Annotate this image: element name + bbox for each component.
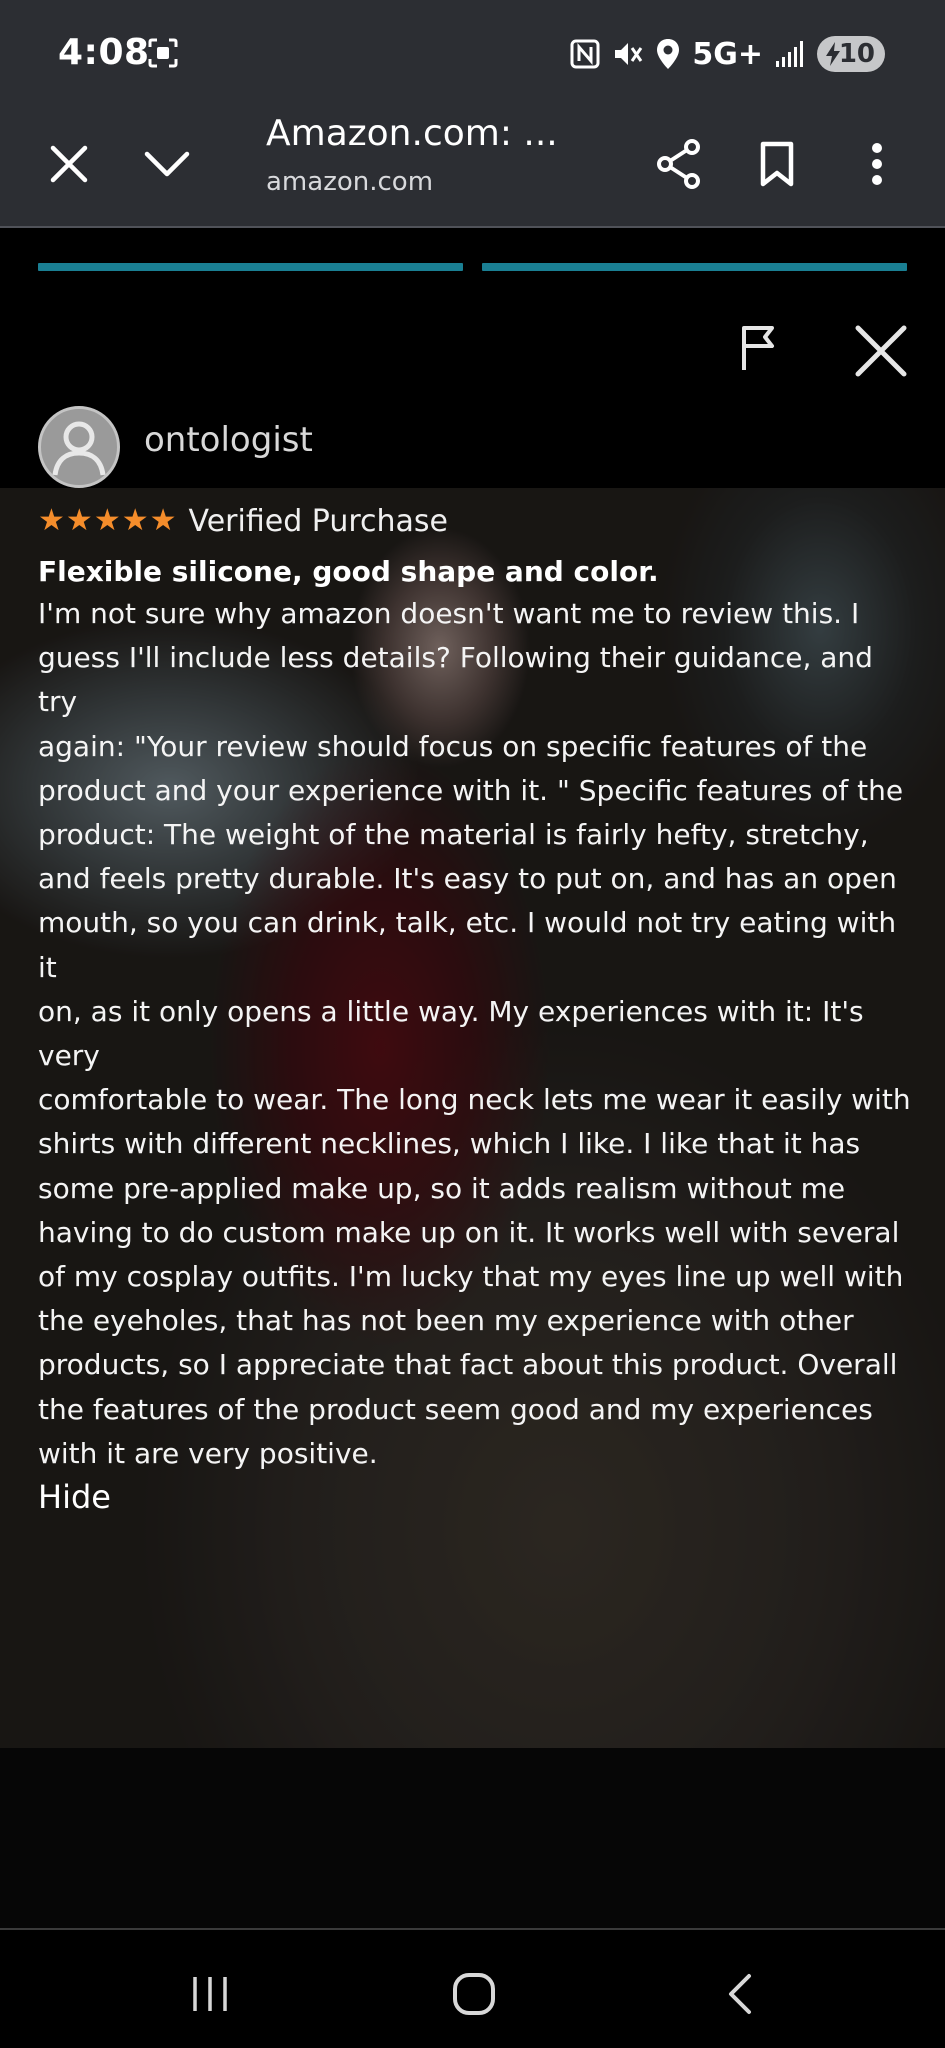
more-vert-icon[interactable] <box>842 129 912 199</box>
status-time: 4:08 <box>58 32 150 73</box>
status-bar: 4:08 5G+ 10 <box>0 0 945 105</box>
review-body-line: again: "Your review should focus on spec… <box>38 729 868 763</box>
chevron-down-icon[interactable] <box>132 129 202 199</box>
review-body-line: of my cosplay outfits. I'm lucky that my… <box>38 1260 904 1294</box>
verified-purchase-label: Verified Purchase <box>188 503 449 539</box>
reviewer-name: ontologist <box>144 420 313 460</box>
review-body-line: some pre-applied make up, so it adds rea… <box>38 1171 846 1205</box>
hide-review-link[interactable]: Hide <box>38 1478 918 1516</box>
story-progress-segment-2 <box>482 263 907 271</box>
bottom-spacer <box>0 1748 945 1928</box>
story-progress-segment-1 <box>38 263 463 271</box>
battery-indicator: 10 <box>817 36 885 72</box>
rating-row: ★ ★ ★ ★ ★ Verified Purchase <box>38 500 918 542</box>
review-content: ★ ★ ★ ★ ★ Verified Purchase Flexible sil… <box>38 500 918 1517</box>
page-url[interactable]: amazon.com <box>266 167 433 197</box>
star-icon: ★ <box>149 503 177 538</box>
review-body-line: the eyeholes, that has not been my exper… <box>38 1304 854 1338</box>
review-body-line: I'm not sure why amazon doesn't want me … <box>38 597 860 630</box>
signal-icon <box>775 40 805 68</box>
home-icon[interactable] <box>434 1966 514 2022</box>
close-icon[interactable] <box>34 129 104 199</box>
page-title[interactable]: Amazon.com: ... <box>266 113 558 154</box>
nfc-icon <box>570 39 600 69</box>
screen-record-icon <box>148 38 178 68</box>
review-body-line: shirts with different necklines, which I… <box>38 1127 861 1161</box>
mute-icon <box>612 39 644 69</box>
share-icon[interactable] <box>644 129 714 199</box>
location-icon <box>656 38 680 70</box>
star-icon: ★ <box>38 503 65 538</box>
bookmark-icon[interactable] <box>742 129 812 199</box>
star-icon: ★ <box>93 503 121 538</box>
review-body-line: products, so I appreciate that fact abou… <box>38 1348 898 1382</box>
review-body-line: product and your experience with it. " S… <box>38 773 904 807</box>
review-body: I'm not sure why amazon doesn't want me … <box>38 592 918 1476</box>
review-body-line: having to do custom make up on it. It wo… <box>38 1215 900 1249</box>
network-type: 5G+ <box>692 36 763 72</box>
review-body-line: product: The weight of the material is f… <box>38 818 869 852</box>
star-rating: ★ ★ ★ ★ ★ <box>38 506 177 536</box>
review-body-line: and feels pretty durable. It's easy to p… <box>38 862 897 896</box>
review-body-line: with it are very positive. <box>38 1436 378 1470</box>
back-icon[interactable] <box>700 1966 780 2022</box>
recent-apps-icon[interactable] <box>170 1966 250 2022</box>
flag-icon[interactable] <box>732 322 784 374</box>
battery-charging-icon <box>824 41 842 67</box>
review-body-line: guess I'll include less details? Followi… <box>38 641 873 719</box>
star-icon: ★ <box>121 503 149 538</box>
review-body-line: mouth, so you can drink, talk, etc. I wo… <box>38 906 897 984</box>
star-icon: ★ <box>65 503 93 538</box>
avatar <box>38 406 120 488</box>
review-body-line: comfortable to wear. The long neck lets … <box>38 1083 911 1117</box>
review-body-line: the features of the product seem good an… <box>38 1392 873 1426</box>
close-review-icon[interactable] <box>852 322 910 380</box>
browser-toolbar: Amazon.com: ... amazon.com <box>0 105 945 228</box>
review-title: Flexible silicone, good shape and color. <box>38 555 659 588</box>
battery-level: 10 <box>838 39 875 69</box>
system-nav-bar <box>0 1928 945 2048</box>
review-body-line: on, as it only opens a little way. My ex… <box>38 994 864 1073</box>
